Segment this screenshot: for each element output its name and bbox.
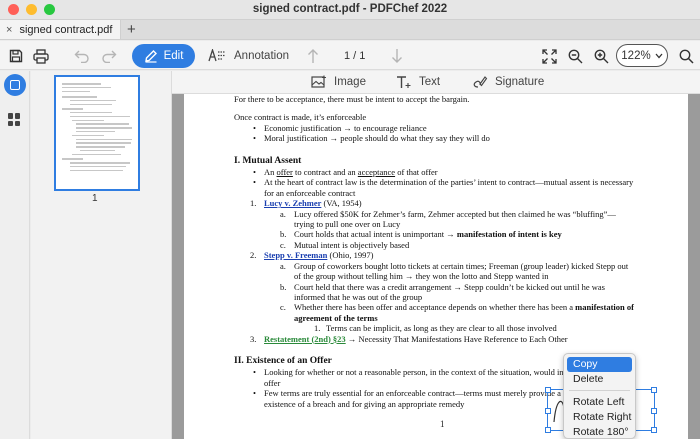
resize-handle[interactable] bbox=[651, 387, 657, 393]
case-item: 1. Lucy v. Zehmer (VA, 1954) bbox=[250, 198, 362, 209]
doc-line: For there to be acceptance, there must b… bbox=[234, 94, 470, 104]
text-icon bbox=[397, 76, 411, 88]
case-link[interactable]: Lucy v. Zehmer bbox=[264, 198, 321, 208]
save-icon[interactable] bbox=[7, 47, 25, 65]
print-icon[interactable] bbox=[32, 47, 50, 65]
doc-line: Once contract is made, it’s enforceable bbox=[234, 112, 367, 123]
menu-separator bbox=[569, 390, 630, 391]
resize-handle[interactable] bbox=[651, 408, 657, 414]
redo-icon[interactable] bbox=[100, 47, 118, 65]
tab-label: signed contract.pdf bbox=[19, 23, 113, 36]
main-toolbar: Edit Annotation 1 / 1 122% bbox=[0, 41, 700, 70]
section-heading: I. Mutual Assent bbox=[234, 155, 302, 166]
annotation-label: Annotation bbox=[234, 49, 289, 62]
zoom-out-icon[interactable] bbox=[566, 47, 584, 65]
edit-mode-button[interactable]: Edit bbox=[132, 44, 195, 68]
arrow-up-icon[interactable] bbox=[304, 47, 322, 65]
menu-item-rotate-180[interactable]: Rotate 180° bbox=[567, 425, 632, 439]
resize-handle[interactable] bbox=[545, 387, 551, 393]
case-subitem: c. Whether there has been offer and accep… bbox=[280, 302, 634, 323]
restatement-link[interactable]: Restatement (2nd) §23 bbox=[264, 334, 346, 344]
thumbnails-panel-button[interactable] bbox=[4, 74, 26, 96]
fit-page-icon[interactable] bbox=[540, 47, 558, 65]
add-signature-button[interactable]: Signature bbox=[472, 75, 544, 89]
zoom-in-icon[interactable] bbox=[592, 47, 610, 65]
case-subsubitem: 1. Terms can be implicit, as long as they… bbox=[314, 323, 557, 334]
annotation-icon bbox=[208, 49, 225, 62]
add-text-button[interactable]: Text bbox=[396, 75, 440, 89]
context-menu: Copy Delete Rotate Left Rotate Right Rot… bbox=[563, 353, 636, 439]
tab-bar: × signed contract.pdf + bbox=[0, 20, 700, 40]
doc-bullet: Economic justification → to encourage re… bbox=[234, 123, 634, 134]
thumbnail-page-number: 1 bbox=[92, 193, 98, 204]
case-item: 3. Restatement (2nd) §23 → Necessity That… bbox=[250, 333, 568, 344]
resize-handle[interactable] bbox=[545, 427, 551, 433]
case-subitem: b. Court held that there was a credit arr… bbox=[280, 281, 605, 302]
menu-item-copy[interactable]: Copy bbox=[567, 357, 632, 372]
signature-label: Signature bbox=[495, 76, 545, 88]
doc-bullet: An offer to contract and an acceptance o… bbox=[234, 167, 634, 178]
window-title: signed contract.pdf - PDFChef 2022 bbox=[252, 3, 448, 15]
image-icon bbox=[311, 75, 326, 88]
case-subitem: a. Lucy offered $50K for Zehmer’s farm, Z… bbox=[280, 208, 616, 230]
resize-handle[interactable] bbox=[651, 427, 657, 433]
doc-bullet: Moral justification → people should do w… bbox=[234, 133, 634, 144]
page-thumbnail-icon bbox=[10, 80, 20, 90]
tab-close-icon[interactable]: × bbox=[6, 24, 12, 36]
page-number: 1 bbox=[440, 419, 445, 429]
case-item: 2. Stepp v. Freeman (Ohio, 1997) bbox=[250, 250, 374, 261]
page-indicator[interactable]: 1 / 1 bbox=[344, 50, 365, 62]
grid-view-icon[interactable] bbox=[8, 113, 21, 126]
case-link[interactable]: Stepp v. Freeman bbox=[264, 250, 327, 260]
doc-bullet: At the heart of contract law is the dete… bbox=[234, 177, 634, 198]
left-rail bbox=[0, 71, 30, 439]
image-label: Image bbox=[334, 76, 366, 88]
case-subitem: b. Court holds that actual intent is unim… bbox=[280, 229, 562, 240]
menu-item-rotate-right[interactable]: Rotate Right bbox=[567, 410, 632, 425]
search-icon[interactable] bbox=[677, 47, 695, 65]
case-subitem: c. Mutual intent is objectively based bbox=[280, 239, 410, 250]
resize-handle[interactable] bbox=[545, 408, 551, 414]
edit-subtoolbar: Image Text Signature bbox=[172, 71, 700, 94]
arrow-down-icon[interactable] bbox=[388, 47, 406, 65]
case-subitem: a. Group of coworkers bought lotto ticket… bbox=[280, 260, 629, 282]
title-bar: signed contract.pdf - PDFChef 2022 bbox=[0, 0, 700, 20]
edit-pencil-icon bbox=[144, 50, 157, 63]
menu-item-rotate-left[interactable]: Rotate Left bbox=[567, 395, 632, 410]
zoom-value: 122% bbox=[621, 49, 651, 62]
zoom-select[interactable]: 122% bbox=[616, 44, 668, 67]
text-label: Text bbox=[419, 76, 441, 88]
add-image-button[interactable]: Image bbox=[311, 75, 366, 89]
edit-label: Edit bbox=[163, 50, 184, 62]
tab-document[interactable]: × signed contract.pdf bbox=[0, 20, 122, 39]
menu-item-delete[interactable]: Delete bbox=[567, 372, 632, 387]
chevron-down-icon bbox=[655, 53, 663, 58]
thumbnail-panel: 1 bbox=[31, 71, 172, 439]
signature-icon bbox=[473, 76, 488, 88]
new-tab-button[interactable]: + bbox=[121, 20, 141, 39]
page-thumbnail[interactable] bbox=[54, 75, 140, 191]
annotation-mode-button[interactable]: Annotation bbox=[208, 49, 289, 62]
undo-icon[interactable] bbox=[73, 47, 91, 65]
